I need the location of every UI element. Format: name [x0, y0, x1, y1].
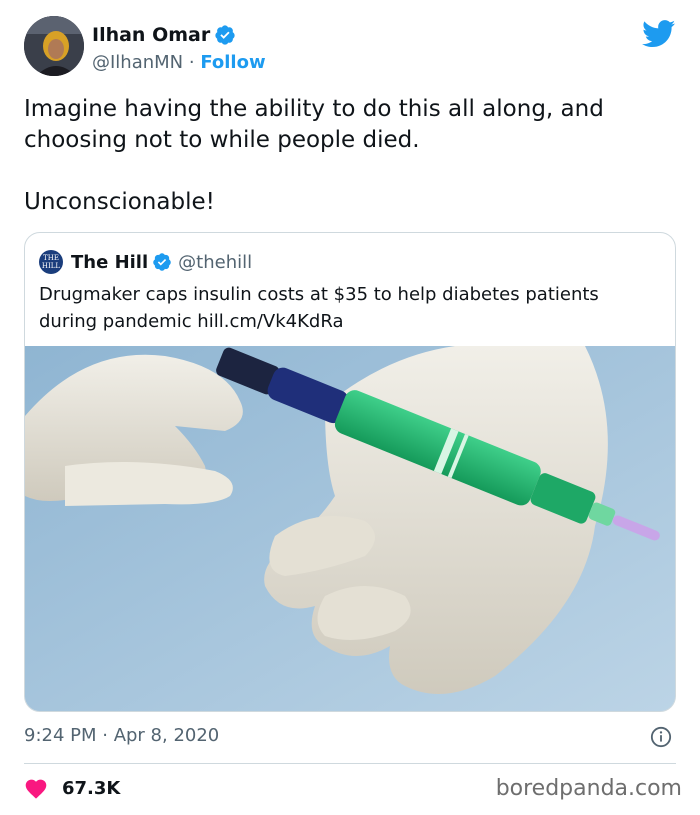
tweet-header: Ilhan Omar @IlhanMN · Follow: [24, 16, 676, 82]
author-handle[interactable]: @IlhanMN: [92, 52, 183, 73]
author-handle-row: @IlhanMN · Follow: [92, 50, 266, 76]
tweet-text: Imagine having the ability to do this al…: [24, 96, 604, 215]
twitter-bird-icon[interactable]: [642, 20, 676, 48]
verified-badge-icon: [215, 25, 235, 45]
info-icon[interactable]: [650, 726, 672, 748]
author-display-name[interactable]: Ilhan Omar: [92, 24, 210, 46]
like-count: 67.3K: [62, 777, 121, 799]
quoted-tweet-text: Drugmaker caps insulin costs at $35 to h…: [39, 284, 599, 332]
author-info: Ilhan Omar @IlhanMN · Follow: [92, 22, 266, 76]
watermark: boredpanda.com: [495, 776, 682, 801]
heart-icon[interactable]: [24, 777, 48, 799]
logo-text-top: THE: [43, 254, 59, 262]
footer-divider: [24, 763, 676, 764]
quoted-display-name[interactable]: The Hill: [71, 252, 148, 273]
like-action[interactable]: 67.3K: [24, 774, 120, 802]
the-hill-logo: THE HILL: [39, 250, 63, 274]
quoted-tweet-card[interactable]: THE HILL The Hill @thehill Drugmaker cap…: [24, 232, 676, 712]
author-avatar[interactable]: [24, 16, 84, 76]
insulin-pen-photo[interactable]: [25, 346, 675, 711]
follow-button[interactable]: Follow: [200, 52, 265, 73]
insulin-pen-illustration: [25, 346, 675, 711]
logo-text-bottom: HILL: [41, 262, 61, 270]
tweet-timestamp[interactable]: 9:24 PM · Apr 8, 2020: [24, 722, 219, 750]
verified-badge-icon: [153, 253, 171, 271]
quoted-handle[interactable]: @thehill: [178, 252, 252, 273]
handle-separator: ·: [183, 52, 201, 73]
quoted-tweet-header: THE HILL The Hill @thehill: [39, 249, 252, 275]
